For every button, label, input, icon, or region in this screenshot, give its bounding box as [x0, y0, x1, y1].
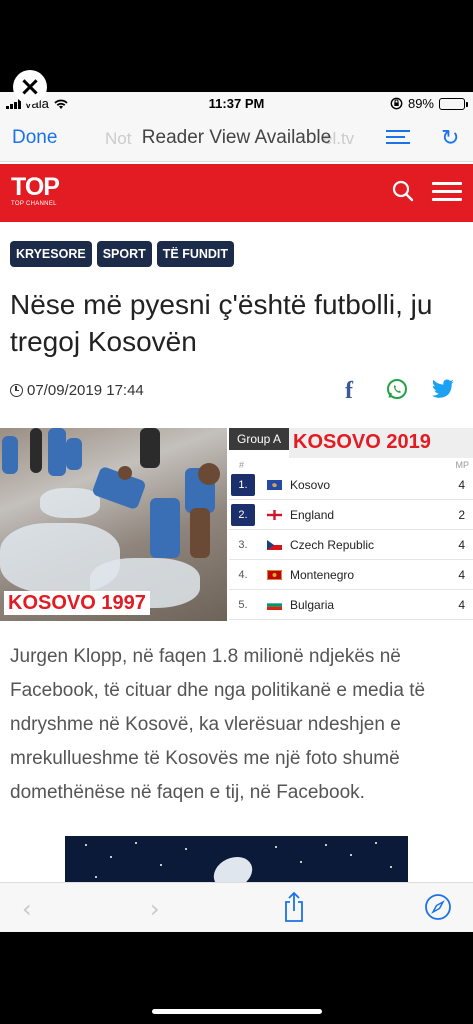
menu-icon[interactable]: [432, 182, 462, 202]
bulgaria-flag-icon: [267, 600, 282, 610]
safari-compass-icon[interactable]: [424, 893, 452, 921]
lock-rotation-icon: [390, 97, 403, 110]
top-black-area: [0, 0, 473, 92]
forward-icon[interactable]: ›: [150, 895, 160, 923]
reader-view-icon[interactable]: [386, 130, 410, 146]
facebook-icon[interactable]: f: [345, 378, 353, 404]
article-body: Jurgen Klopp, në faqen 1.8 milionë ndjek…: [10, 646, 426, 803]
czech-flag-icon: [267, 540, 282, 550]
twitter-icon[interactable]: [431, 378, 455, 400]
standings-row: 1. Kosovo 4: [229, 470, 473, 500]
status-bar: vala 11:37 PM 89%: [0, 92, 473, 114]
standings-title: KOSOVO 2019: [289, 428, 473, 458]
group-label: Group A: [229, 428, 289, 450]
browser-nav-bar: Done Not el.tv Reader View Available ↻: [0, 114, 473, 162]
top-channel-logo[interactable]: TOP TOP CHANNEL: [11, 175, 65, 210]
standings-row: 2. England 2: [229, 500, 473, 530]
kosovo-1997-photo: KOSOVO 1997: [0, 428, 227, 621]
tag-sport[interactable]: SPORT: [96, 241, 152, 267]
clock-icon: [10, 384, 23, 397]
england-flag-icon: [267, 510, 282, 520]
back-icon[interactable]: ‹: [22, 895, 32, 923]
tag-kryesore[interactable]: KRYESORE: [10, 241, 92, 267]
tag-te-fundit[interactable]: TË FUNDIT: [156, 241, 235, 267]
photo-caption: KOSOVO 1997: [4, 591, 150, 615]
phone-screen: vala 11:37 PM 89% Done Not el.tv Reader …: [0, 92, 473, 932]
close-icon[interactable]: ×: [13, 70, 47, 104]
home-indicator[interactable]: [152, 1009, 322, 1014]
search-icon[interactable]: [392, 180, 414, 202]
standings-row: 4. Montenegro 4: [229, 560, 473, 590]
reload-icon[interactable]: ↻: [441, 126, 459, 151]
article-headline: Nëse më pyesni ç'është futbolli, ju treg…: [10, 289, 433, 357]
share-icon[interactable]: [282, 891, 306, 923]
article-meta: 07/09/2019 17:44: [10, 382, 144, 399]
battery-icon: [439, 97, 468, 110]
standings-row: 5. Bulgaria 4: [229, 590, 473, 620]
standings-row: 3. Czech Republic 4: [229, 530, 473, 560]
kosovo-flag-icon: [267, 480, 282, 490]
whatsapp-icon[interactable]: [386, 378, 408, 400]
col-pos-header: #: [239, 460, 245, 470]
article-datetime: 07/09/2019 17:44: [27, 382, 144, 399]
montenegro-flag-icon: [267, 570, 282, 580]
site-header: TOP TOP CHANNEL: [0, 164, 473, 222]
standings-table: Group A KOSOVO 2019 # MP 1. Kosovo 4 2. …: [229, 428, 473, 621]
battery-percent: 89%: [407, 96, 434, 111]
col-mp-header: MP: [455, 460, 470, 470]
tag-list: KRYESORE SPORT TË FUNDIT: [10, 241, 235, 267]
browser-toolbar: ‹ ›: [0, 882, 473, 932]
